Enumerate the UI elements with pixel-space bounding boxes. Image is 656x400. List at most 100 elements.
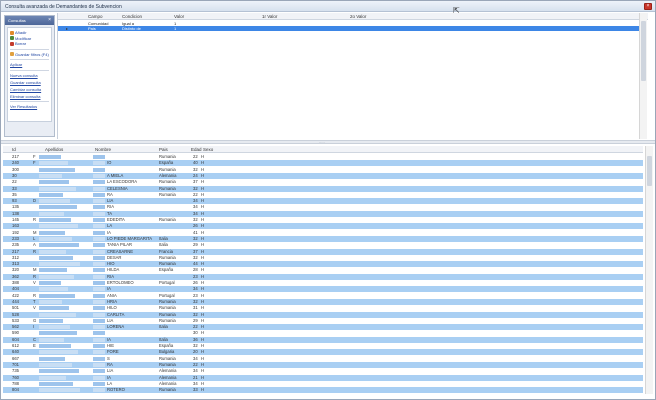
cell-id: 701 (12, 361, 19, 367)
table-row[interactable]: 788 LA Alemania 34 H (3, 381, 643, 387)
save-icon (10, 52, 14, 57)
cell-edad: 33 (193, 387, 198, 393)
redacted-block (39, 312, 76, 317)
cell-edad: 23 (193, 292, 198, 298)
table-row[interactable]: 590 30 H (3, 330, 643, 336)
table-row[interactable]: 240 F IO España 40 H (3, 160, 643, 167)
table-row[interactable]: 145 R EDEDITA Rumania 32 H (3, 217, 643, 223)
table-row[interactable]: 93 D LIA 34 H (3, 198, 643, 205)
cell-sexo: H (201, 324, 205, 330)
redacted-block (93, 211, 105, 216)
table-row[interactable]: 233 L LO PIEDE MARGARITA Italia 32 H (3, 235, 643, 242)
cell-sexo: H (201, 336, 205, 342)
table-row[interactable]: 404 IA 34 H (3, 286, 643, 293)
table-row[interactable]: 640 FORE Bulgaria 20 H (3, 349, 643, 356)
sidebar-close-icon[interactable]: × (48, 16, 51, 25)
save-filters-button[interactable]: Guardar filtros (F4) (10, 52, 49, 58)
table-row[interactable]: 667 S Rumania 34 H (3, 356, 643, 362)
table-row[interactable]: 528 CARLITA Rumania 32 H (3, 311, 643, 318)
cell-apellidos: D (33, 198, 37, 204)
cell-edad: 32 (193, 311, 198, 317)
table-row[interactable]: 533 G LIA Rumania 29 H (3, 318, 643, 324)
redacted-block (39, 224, 78, 229)
results-scrollbar[interactable] (645, 146, 653, 394)
table-row[interactable]: 388 V ERTOLOMEO Portugal 26 H (3, 280, 643, 286)
scroll-thumb[interactable] (641, 21, 646, 81)
column-header-campo[interactable]: Campo (88, 14, 103, 19)
table-row[interactable]: 312 DESAR Rumania 32 H (3, 255, 643, 261)
cell-nombre: HILO (107, 305, 117, 311)
column-header-nombre[interactable]: Nombre (95, 147, 111, 152)
table-row[interactable]: 422 R ANIA Portugal 23 H (3, 293, 643, 299)
table-row[interactable]: 192 M IA 41 H (3, 230, 643, 236)
new-query-link[interactable]: Nueva consulta (10, 73, 49, 79)
cell-id: 163 (12, 223, 19, 229)
table-row[interactable]: 35 RA Rumania 22 H (3, 192, 643, 198)
cell-sexo: H (201, 254, 205, 260)
cell-pais: Rumania (159, 217, 176, 222)
table-row[interactable]: 235 A TANIA PILAR Italia 29 H (3, 242, 643, 248)
table-row[interactable]: 735 LIA Alemania 34 H (3, 368, 643, 374)
table-row[interactable]: 320 M HILDA España 28 H (3, 267, 643, 273)
change-query-link[interactable]: Cambiar consulta (10, 87, 49, 93)
cell-nombre: IA (107, 286, 111, 292)
redacted-block (39, 281, 61, 285)
table-row[interactable]: 562 I LORENA Italia 22 H (3, 324, 643, 331)
table-row[interactable]: 22 LA ESCODORA Rumania 37 H (3, 179, 643, 185)
cell-id: 22 (12, 179, 17, 185)
redacted-block (93, 306, 105, 311)
delete-button[interactable]: Borrar (10, 41, 49, 47)
column-header-condicion[interactable]: Condicion (122, 14, 142, 19)
cell-apellidos: R (33, 217, 37, 222)
cell-pais: Rumania (159, 361, 176, 367)
close-button[interactable]: × (644, 3, 652, 10)
apply-link[interactable]: Aplicar (10, 62, 49, 68)
table-row[interactable]: 701 RA Rumania 22 H (3, 361, 643, 368)
table-row[interactable]: 163 LA 26 H (3, 223, 643, 230)
column-header-valor2[interactable]: 2o Valor (350, 14, 366, 19)
cell-pais: Rumania (159, 317, 176, 323)
table-row[interactable]: 604 C IA Italia 36 H (3, 336, 643, 343)
table-row[interactable]: 135 RIA 34 H (3, 204, 643, 210)
scroll-thumb[interactable] (647, 156, 652, 186)
redacted-block (39, 218, 71, 222)
cell-id: 312 (12, 254, 19, 260)
table-row[interactable]: 760 IA Alemania 21 H (3, 374, 643, 381)
redacted-block (39, 337, 64, 342)
table-row[interactable]: 804 ROTERO Rumania 33 H (3, 387, 643, 394)
delete-query-link[interactable]: Eliminar consulta (10, 94, 49, 100)
column-header-valor1[interactable]: 1r Valor (262, 14, 277, 19)
table-row[interactable]: 313 HIO Rumania 44 H (3, 261, 643, 268)
redacted-block (93, 299, 105, 304)
table-row[interactable]: 362 R RIA 23 H (3, 273, 643, 280)
column-header-edad[interactable]: Edad (191, 147, 202, 152)
column-header-valor[interactable]: Valor (174, 14, 184, 19)
cell-id: 362 (12, 273, 19, 279)
save-query-link[interactable]: Guardar consulta (10, 80, 49, 86)
redacted-block (93, 205, 105, 210)
table-row[interactable]: 444 T HRIA Rumania 32 H (3, 298, 643, 305)
column-header-apellidos[interactable]: Apellidos (45, 147, 63, 152)
column-header-sexo[interactable]: Sexo (203, 147, 213, 152)
criteria-row-selected[interactable]: ▸ Pais Distinto de 1 (58, 26, 644, 31)
table-row[interactable]: 300 Rumania 32 H (3, 167, 643, 173)
redacted-block (93, 249, 105, 254)
table-row[interactable]: 30 A MIELA Alemania 24 H (3, 172, 643, 179)
divider (10, 48, 49, 50)
table-row[interactable]: 217 R CREASARNE Francia 37 H (3, 248, 643, 255)
cell-pais: Rumania (159, 387, 176, 393)
column-header-pais[interactable]: Pais (159, 147, 168, 152)
cell-apellidos: C (33, 336, 37, 342)
table-row[interactable]: 33 CELESNIA Rumania 32 H (3, 185, 643, 192)
criteria-scrollbar[interactable] (639, 13, 647, 139)
table-row[interactable]: 138 TA 34 H (3, 210, 643, 217)
redacted-block (93, 375, 105, 380)
table-row[interactable]: 501 V HILO Rumania 31 H (3, 305, 643, 311)
column-header-id[interactable]: Id (12, 147, 16, 152)
redacted-block (39, 180, 69, 185)
table-row[interactable]: 217 F Rumania 22 H (3, 154, 643, 160)
cell-id: 313 (12, 261, 19, 267)
table-row[interactable]: 612 E HIE España 32 H (3, 343, 643, 349)
view-results-link[interactable]: Ver Resultados (10, 104, 49, 110)
pane-splitter[interactable]: ∙∙∙∙∙ (1, 140, 655, 145)
